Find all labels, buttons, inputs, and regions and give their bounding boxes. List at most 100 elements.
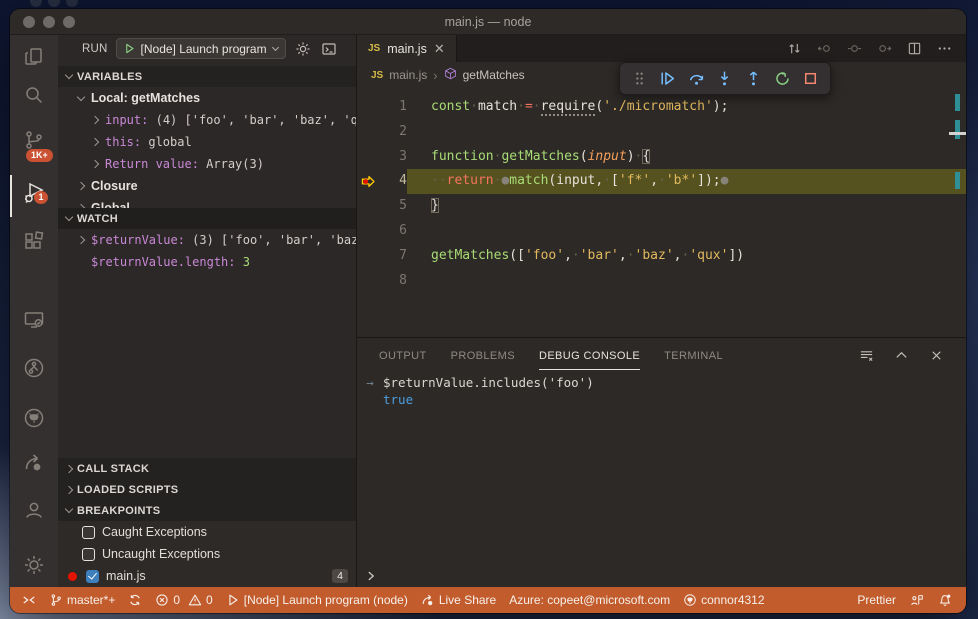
tab-output[interactable]: OUTPUT: [379, 341, 427, 370]
remote-explorer-icon[interactable]: [22, 308, 46, 332]
variable-row[interactable]: Return value: Array(3): [58, 153, 356, 175]
breakpoint-gutter[interactable]: [357, 169, 379, 194]
breadcrumb-symbol[interactable]: getMatches: [463, 68, 525, 82]
azure-account-status[interactable]: Azure: copeet@microsoft.com: [509, 593, 670, 607]
toolbar-drag-handle[interactable]: [628, 68, 650, 90]
call-stack-section-header[interactable]: CALL STACK: [58, 458, 356, 479]
open-debug-console-icon[interactable]: [320, 40, 338, 58]
live-share-status[interactable]: Live Share: [421, 593, 496, 607]
step-out-button[interactable]: [743, 68, 765, 90]
breadcrumb-file[interactable]: main.js: [389, 68, 427, 82]
chevron-down-icon: [64, 504, 74, 514]
checkbox-unchecked[interactable]: [82, 525, 95, 539]
watch-row[interactable]: $returnValue: (3) ['foo', 'bar', 'baz']: [58, 229, 373, 251]
sync-status[interactable]: [128, 593, 142, 607]
scope-row-local[interactable]: Local: getMatches: [58, 87, 356, 109]
notifications-button[interactable]: [938, 593, 952, 607]
restart-button[interactable]: [771, 68, 793, 90]
run-label: RUN: [82, 42, 108, 55]
step-into-button[interactable]: [714, 68, 736, 90]
tab-main-js[interactable]: JS main.js ✕: [357, 35, 457, 62]
watch-tree: $returnValue: (3) ['foo', 'bar', 'baz'] …: [58, 229, 373, 273]
variable-row[interactable]: this: global: [58, 131, 356, 153]
gutter[interactable]: [357, 219, 379, 244]
line-number: 4: [399, 173, 407, 189]
continue-forward-icon[interactable]: [877, 41, 892, 56]
launch-config-dropdown[interactable]: [Node] Launch program: [115, 38, 286, 59]
watch-header-label: WATCH: [77, 212, 119, 225]
explorer-icon[interactable]: [22, 45, 46, 69]
console-input-arrow-icon: →: [366, 375, 374, 390]
code-line[interactable]: 6: [357, 219, 966, 244]
scope-row-closure[interactable]: Closure: [58, 175, 356, 197]
scope-row-global[interactable]: Global: [58, 197, 356, 208]
background-window-button: [48, 0, 60, 7]
more-actions-icon[interactable]: [937, 41, 952, 56]
search-icon[interactable]: [22, 83, 46, 107]
remote-indicator[interactable]: [22, 593, 36, 607]
continue-button[interactable]: [657, 68, 679, 90]
live-share-icon[interactable]: [22, 451, 46, 475]
sync-icon: [130, 594, 141, 606]
step-over-button[interactable]: [685, 68, 707, 90]
gutter[interactable]: [357, 145, 379, 170]
loaded-scripts-section-header[interactable]: LOADED SCRIPTS: [58, 479, 356, 500]
variable-row[interactable]: input: (4) ['foo', 'bar', 'baz', 'qux']: [58, 109, 356, 131]
watch-row[interactable]: $returnValue.length: 3: [58, 251, 356, 273]
git-branch-status[interactable]: master*+: [49, 593, 115, 607]
code-line[interactable]: 3 function·getMatches(input)·{: [357, 145, 966, 170]
gutter[interactable]: [357, 269, 379, 294]
breakpoints-section-header[interactable]: BREAKPOINTS: [58, 500, 356, 521]
checkbox-unchecked[interactable]: [82, 547, 95, 561]
problems-status[interactable]: 0 0: [155, 593, 213, 607]
close-panel-icon[interactable]: [929, 348, 944, 363]
variables-section-header[interactable]: VARIABLES: [58, 66, 356, 87]
debug-settings-gear-icon[interactable]: [294, 40, 312, 58]
tab-problems[interactable]: PROBLEMS: [451, 341, 515, 370]
stop-button[interactable]: [800, 68, 822, 90]
gutter[interactable]: [357, 244, 379, 269]
line-content: getMatches(['foo',·'bar',·'baz',·'qux']): [431, 247, 745, 263]
checkbox-checked[interactable]: [86, 569, 99, 583]
timeline-session-icon[interactable]: [22, 356, 46, 380]
code-line[interactable]: 8: [357, 269, 966, 294]
gutter[interactable]: [357, 194, 379, 219]
github-account-status[interactable]: connor4312: [683, 593, 765, 607]
reverse-continue-icon[interactable]: [817, 41, 832, 56]
extensions-icon[interactable]: [22, 230, 46, 254]
close-tab-icon[interactable]: ✕: [434, 42, 445, 55]
breakpoint-dot-icon: [68, 571, 77, 581]
open-changes-icon[interactable]: [787, 41, 802, 56]
tab-debug-console[interactable]: DEBUG CONSOLE: [538, 341, 641, 370]
code-line[interactable]: 2: [357, 120, 966, 145]
tab-terminal[interactable]: TERMINAL: [664, 341, 723, 370]
feedback-icon: [911, 595, 923, 606]
breakpoint-row[interactable]: main.js 4: [58, 565, 356, 587]
gutter[interactable]: [357, 95, 379, 120]
source-control-badge: 1K+: [26, 149, 53, 162]
settings-gear-icon[interactable]: [22, 553, 46, 577]
maximize-panel-icon[interactable]: [894, 348, 909, 363]
launch-config-status[interactable]: [Node] Launch program (node): [226, 593, 408, 607]
clear-console-icon[interactable]: [859, 348, 874, 363]
record-icon[interactable]: [847, 41, 862, 56]
prettier-status[interactable]: Prettier: [857, 593, 896, 607]
watch-section-header[interactable]: WATCH: [58, 208, 356, 229]
accounts-icon[interactable]: [22, 498, 46, 522]
code-line[interactable]: 4 ··return·●match(input,·['f*',·'b*']);●: [357, 169, 966, 195]
code-line[interactable]: 5}: [357, 194, 966, 219]
gutter[interactable]: [357, 120, 379, 145]
breakpoint-row[interactable]: Uncaught Exceptions: [58, 543, 356, 565]
console-input-prompt[interactable]: [357, 565, 966, 587]
feedback-button[interactable]: [910, 593, 924, 607]
chevron-down-icon: [64, 70, 74, 80]
breakpoint-row[interactable]: Caught Exceptions: [58, 521, 356, 543]
debug-console-body[interactable]: → $returnValue.includes('foo') true: [357, 372, 966, 587]
github-icon[interactable]: [22, 406, 46, 430]
code-editor[interactable]: 1 const·match·=·require('./micromatch'); 2…: [357, 88, 966, 337]
code-line[interactable]: 7 getMatches(['foo',·'bar',·'baz',·'qux']…: [357, 244, 966, 269]
code-line[interactable]: 1 const·match·=·require('./micromatch');: [357, 95, 966, 120]
split-editor-icon[interactable]: [907, 41, 922, 56]
live-share-icon: [422, 594, 433, 606]
line-content: }: [431, 198, 439, 214]
